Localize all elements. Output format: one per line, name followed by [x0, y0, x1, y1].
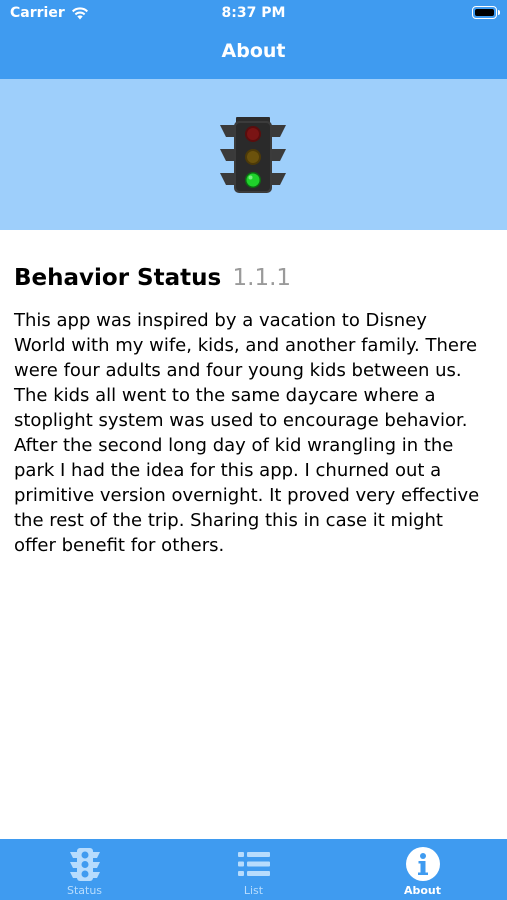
traffic-light-icon	[69, 848, 100, 881]
about-description: This app was inspired by a vacation to D…	[14, 310, 480, 556]
navigation-header: Carrier 8:37 PM About	[0, 0, 507, 79]
tab-bar: Status List About	[0, 839, 507, 900]
tab-status[interactable]: Status	[0, 839, 169, 900]
list-icon	[237, 852, 270, 876]
clock: 8:37 PM	[221, 5, 286, 21]
page-title: About	[221, 40, 286, 62]
tab-list[interactable]: List	[169, 839, 338, 900]
tab-status-label: Status	[66, 884, 103, 897]
about-content: Behavior Status 1.1.1 This app was inspi…	[14, 262, 494, 558]
app-title: Behavior Status 1.1.1	[14, 262, 494, 294]
tab-about[interactable]: About	[338, 839, 507, 900]
app-name: Behavior Status	[14, 265, 222, 291]
tab-list-label: List	[243, 884, 264, 897]
traffic-light-logo-icon	[220, 117, 286, 193]
app-version: 1.1.1	[232, 265, 292, 291]
info-icon	[405, 847, 440, 881]
battery-icon	[472, 6, 500, 19]
status-bar: Carrier 8:37 PM	[0, 0, 507, 28]
tab-about-label: About	[403, 884, 442, 897]
header-banner	[0, 79, 507, 230]
